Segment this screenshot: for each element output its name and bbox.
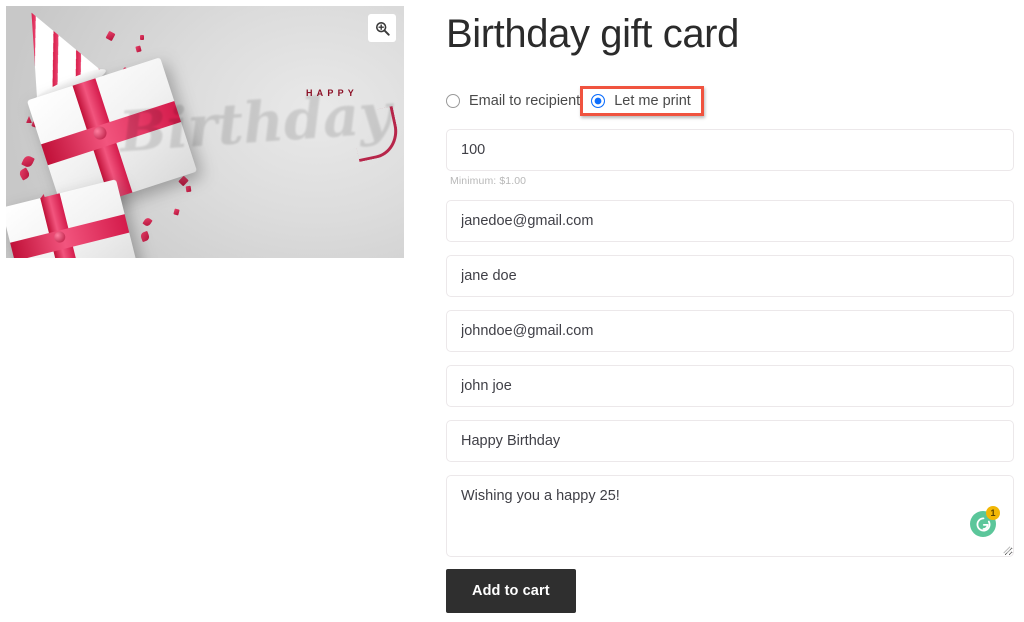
radio-label-email-to-recipient: Email to recipient — [469, 93, 581, 109]
highlight-box-let-me-print: Let me print — [580, 86, 704, 116]
add-to-cart-button[interactable]: Add to cart — [446, 569, 576, 613]
radio-circle-filled-icon[interactable] — [591, 94, 606, 108]
radio-label-let-me-print: Let me print — [614, 93, 691, 109]
sender-email-input[interactable] — [446, 310, 1014, 352]
grammarly-icon[interactable]: 1 — [970, 506, 1000, 537]
delivery-option-group: Email to recipient Let me print — [446, 85, 1014, 117]
radio-option-let-me-print[interactable]: Let me print — [591, 93, 691, 109]
product-page: HAPPY Birthday Birthday gift card Email … — [0, 0, 1024, 622]
script-swash-decoration — [349, 105, 403, 163]
radio-option-email-to-recipient[interactable]: Email to recipient — [446, 93, 580, 109]
amount-input[interactable] — [446, 129, 1014, 171]
radio-circle-icon[interactable] — [446, 94, 460, 108]
confetti-bit — [142, 216, 153, 228]
product-image[interactable]: HAPPY Birthday — [6, 6, 404, 258]
product-gallery: HAPPY Birthday — [6, 6, 404, 258]
sender-name-input[interactable] — [446, 365, 1014, 407]
amount-helper-text: Minimum: $1.00 — [450, 175, 527, 187]
confetti-bit — [105, 30, 116, 42]
confetti-bit — [173, 208, 180, 216]
confetti-bit — [140, 35, 144, 40]
product-form: Birthday gift card Email to recipient Le… — [446, 0, 1014, 613]
confetti-bit — [26, 116, 32, 123]
grammarly-badge-count: 1 — [986, 506, 1000, 520]
confetti-bit — [21, 154, 35, 169]
zoom-in-button[interactable] — [368, 14, 396, 42]
recipient-email-input[interactable] — [446, 200, 1014, 242]
confetti-bit — [139, 230, 151, 243]
recipient-name-input[interactable] — [446, 255, 1014, 297]
subject-input[interactable] — [446, 420, 1014, 462]
confetti-bit — [185, 185, 192, 193]
confetti-bit — [135, 45, 142, 53]
message-field-wrapper: 1 — [446, 475, 1014, 557]
message-textarea[interactable] — [446, 475, 1014, 557]
page-title: Birthday gift card — [446, 12, 739, 56]
zoom-in-magnifier-icon — [375, 21, 390, 36]
confetti-bit — [178, 175, 189, 187]
confetti-bit — [18, 167, 31, 181]
